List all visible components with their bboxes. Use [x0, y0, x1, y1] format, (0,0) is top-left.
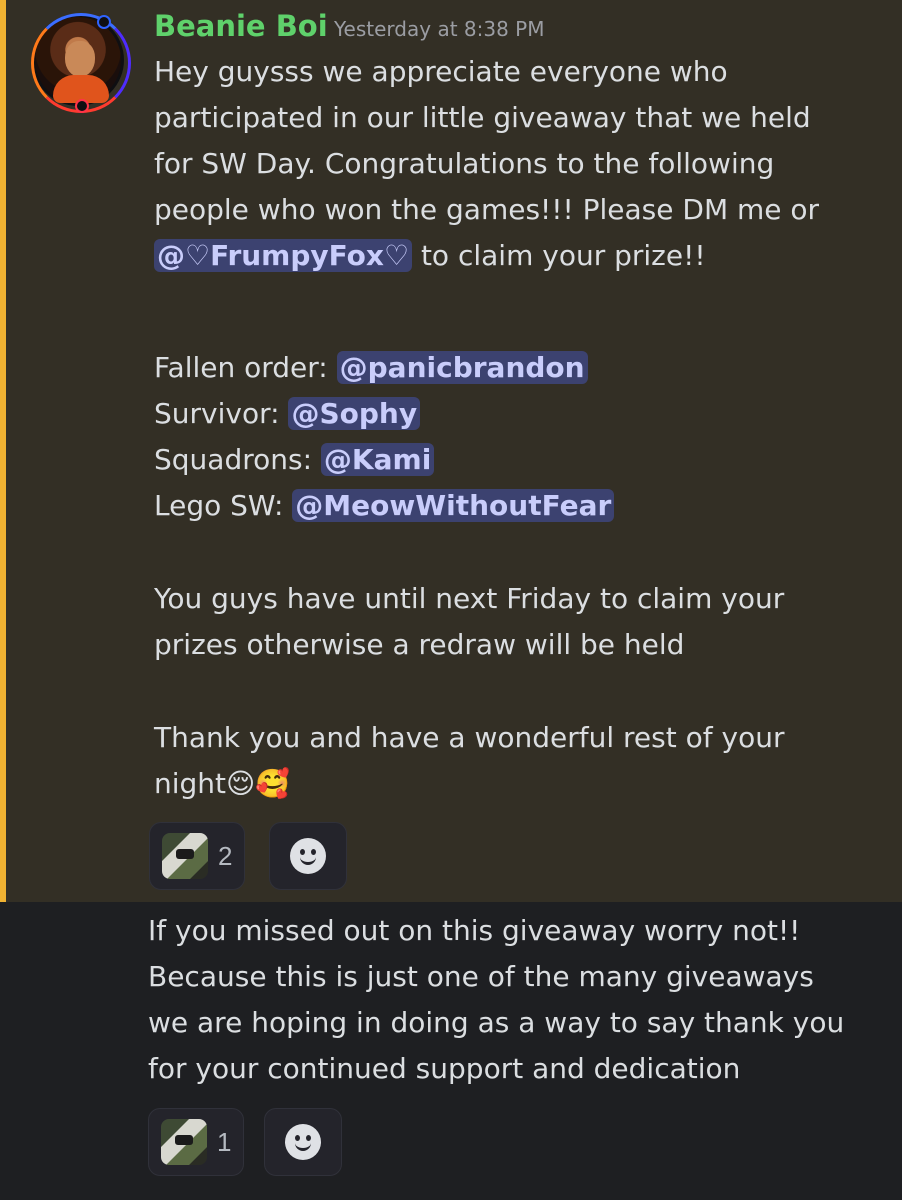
- add-reaction-button[interactable]: [269, 822, 347, 890]
- reaction-count: 2: [218, 840, 233, 871]
- message-text: to claim your prize!!: [412, 239, 706, 272]
- game-label: Squadrons:: [154, 443, 321, 476]
- message-line: for your continued support and dedicatio…: [148, 1052, 741, 1085]
- avatar-decoration-icon: [75, 99, 89, 113]
- user-mention[interactable]: @MeowWithoutFear: [292, 489, 615, 522]
- message-line: we are hoping in doing as a way to say t…: [148, 1006, 845, 1039]
- message-line: You guys have until next Friday to claim…: [154, 582, 785, 615]
- reaction-button[interactable]: 2: [149, 822, 246, 890]
- reaction-button[interactable]: 1: [148, 1108, 245, 1176]
- custom-emoji-icon: [161, 1119, 207, 1165]
- message-line: for SW Day. Congratulations to the follo…: [154, 147, 775, 180]
- chat-screen: Beanie Boi Yesterday at 8:38 PM Hey guys…: [0, 0, 902, 1200]
- message-line: Because this is just one of the many giv…: [148, 960, 814, 993]
- reaction-count: 1: [217, 1126, 232, 1157]
- user-mention[interactable]: @Kami: [320, 443, 435, 476]
- winner-line: Survivor: @Sophy: [154, 391, 421, 437]
- message-line: prizes otherwise a redraw will be held: [154, 628, 685, 661]
- message-line: @♡FrumpyFox♡ to claim your prize!!: [154, 233, 706, 279]
- game-label: Survivor:: [154, 397, 289, 430]
- avatar-decoration-icon: [97, 15, 111, 29]
- author-name[interactable]: Beanie Boi: [154, 6, 328, 46]
- user-mention[interactable]: @♡FrumpyFox♡: [154, 239, 413, 272]
- followup-message[interactable]: If you missed out on this giveaway worry…: [0, 902, 902, 1200]
- message-line: Hey guysss we appreciate everyone who: [154, 55, 728, 88]
- message-line: night😌🥰: [154, 767, 291, 800]
- winner-line: Lego SW: @MeowWithoutFear: [154, 483, 615, 529]
- game-label: Fallen order:: [154, 351, 337, 384]
- message-line: people who won the games!!! Please DM me…: [154, 193, 820, 226]
- highlighted-message[interactable]: Beanie Boi Yesterday at 8:38 PM Hey guys…: [0, 0, 902, 902]
- message-timestamp[interactable]: Yesterday at 8:38 PM: [334, 14, 545, 44]
- message-line: If you missed out on this giveaway worry…: [148, 914, 801, 947]
- avatar[interactable]: [31, 13, 131, 113]
- add-reaction-button[interactable]: [264, 1108, 342, 1176]
- smiley-icon: [285, 1124, 321, 1160]
- game-label: Lego SW:: [154, 489, 293, 522]
- user-mention[interactable]: @panicbrandon: [336, 351, 588, 384]
- user-mention[interactable]: @Sophy: [288, 397, 421, 430]
- message-line: Thank you and have a wonderful rest of y…: [154, 721, 785, 754]
- winner-line: Squadrons: @Kami: [154, 437, 435, 483]
- smiley-icon: [290, 838, 326, 874]
- avatar-face: [65, 41, 95, 77]
- winner-line: Fallen order: @panicbrandon: [154, 345, 588, 391]
- custom-emoji-icon: [162, 833, 208, 879]
- message-line: participated in our little giveaway that…: [154, 101, 811, 134]
